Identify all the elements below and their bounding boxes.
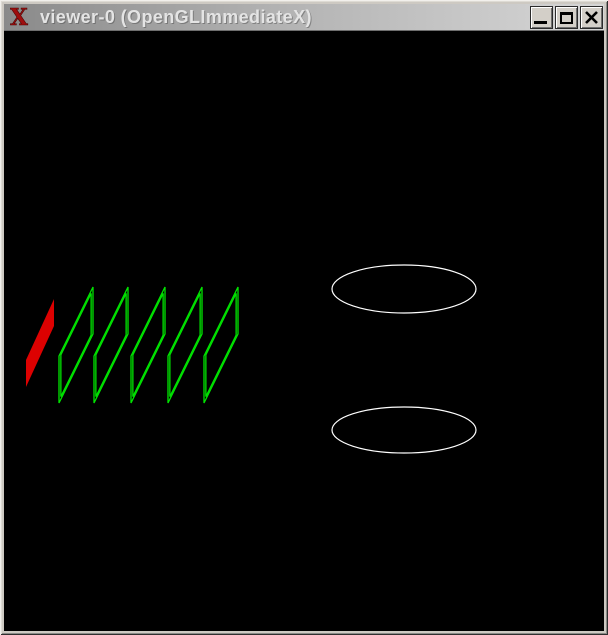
close-icon — [584, 10, 599, 25]
maximize-button[interactable] — [555, 6, 578, 29]
svg-text:X: X — [10, 7, 28, 27]
titlebar[interactable]: X viewer-0 (OpenGLImmediateX) — [4, 4, 604, 31]
minimize-icon — [534, 21, 547, 24]
app-x11-icon: X — [10, 7, 32, 27]
green-parallelogram-2 — [94, 287, 128, 403]
close-button[interactable] — [580, 6, 603, 29]
window-title: viewer-0 (OpenGLImmediateX) — [40, 7, 312, 28]
scene-svg — [4, 31, 604, 631]
white-ellipse-2 — [332, 407, 476, 453]
maximize-icon — [560, 12, 573, 24]
green-parallelogram-5 — [204, 287, 238, 403]
minimize-button[interactable] — [530, 6, 553, 29]
viewer-window: X viewer-0 (OpenGLImmediateX) — [0, 0, 608, 635]
green-parallelogram-4 — [168, 287, 202, 403]
red-parallelogram — [26, 299, 54, 387]
white-ellipse-1 — [332, 265, 476, 313]
green-parallelogram-1 — [59, 287, 93, 403]
green-parallelogram-3 — [131, 287, 165, 403]
opengl-viewport[interactable] — [4, 31, 604, 631]
window-controls — [530, 6, 603, 29]
